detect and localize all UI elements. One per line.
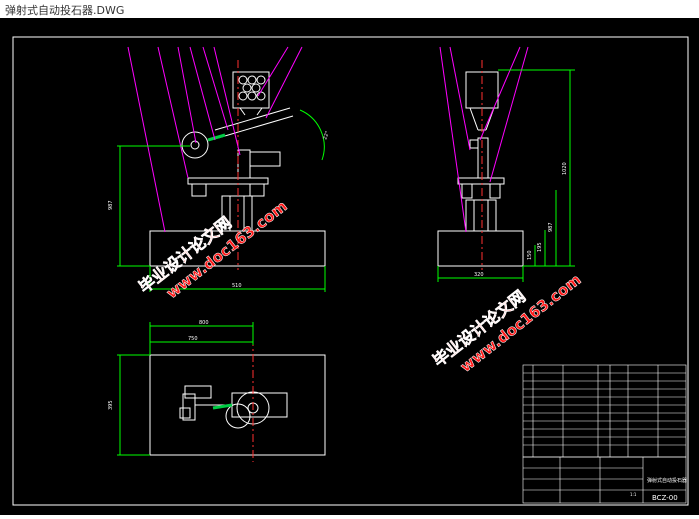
cad-drawing: 510 987 22° 320 1020 987 195 150 800 750… (12, 36, 689, 506)
side-leaders (439, 46, 529, 233)
title-block-drawing-no: BCZ-00 (652, 494, 678, 502)
dim-front-angle: 22° (322, 130, 331, 141)
title-block-scale: 1:1 (630, 492, 637, 497)
watermark-2: 毕业设计论文网 www.doc163.com (429, 270, 585, 376)
drawing-border (12, 36, 689, 506)
drawing-canvas[interactable]: 510 987 22° 320 1020 987 195 150 800 750… (0, 18, 699, 515)
dim-side-total: 1020 (562, 162, 568, 175)
plan-view (149, 354, 326, 456)
dim-side-width: 320 (474, 272, 484, 278)
dim-plan-h: 395 (108, 400, 114, 410)
dim-front-height: 987 (108, 200, 114, 210)
dim-side-small: 150 (527, 250, 533, 260)
dim-side-mid: 987 (548, 222, 554, 232)
parts-list (522, 364, 687, 458)
dim-plan-a: 800 (199, 320, 209, 326)
side-view (437, 71, 524, 267)
dim-front-width: 510 (232, 283, 242, 289)
dim-plan-b: 750 (188, 336, 198, 342)
title-block-name: 弹射式自动投石器 (647, 477, 687, 484)
dim-side-low: 195 (537, 242, 543, 252)
window-title: 弹射式自动投石器.DWG (5, 4, 125, 17)
window-titlebar: 弹射式自动投石器.DWG (0, 0, 699, 19)
